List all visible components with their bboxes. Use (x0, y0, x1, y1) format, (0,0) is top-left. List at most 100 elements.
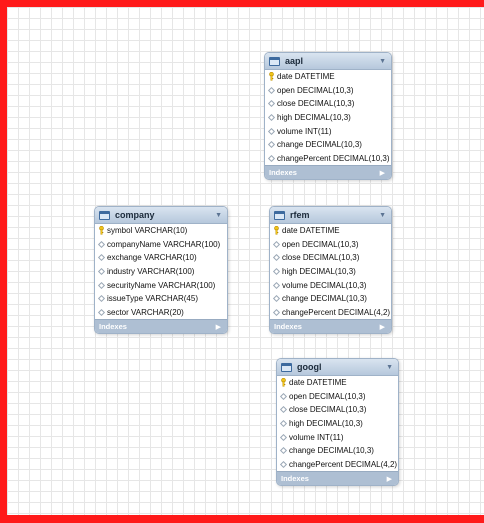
key-icon (273, 226, 279, 235)
column-diamond-icon (279, 433, 288, 441)
column-label: high DECIMAL(10,3) (277, 113, 351, 123)
column-label: changePercent DECIMAL(4,2) (282, 307, 391, 317)
column-diamond-icon (97, 308, 106, 316)
table-column-row[interactable]: issueType VARCHAR(45) (95, 292, 227, 306)
column-label: high DECIMAL(10,3) (282, 267, 356, 277)
column-diamond-icon (279, 460, 288, 468)
diagram-canvas: aapl ▼ date DATETIME open DECIMAL(10,3) clos… (0, 0, 484, 523)
table-column-row[interactable]: exchange VARCHAR(10) (95, 251, 227, 265)
table-googl[interactable]: googl ▼ date DATETIME open DECIMAL(10,3) clo… (276, 358, 399, 487)
column-label: exchange VARCHAR(10) (107, 253, 197, 263)
column-diamond-icon (279, 406, 288, 414)
table-header[interactable]: aapl ▼ (265, 53, 391, 70)
table-column-row[interactable]: open DECIMAL(10,3) (277, 390, 398, 404)
table-column-row[interactable]: close DECIMAL(10,3) (265, 97, 391, 111)
table-company[interactable]: company ▼ symbol VARCHAR(10) companyName VA… (94, 206, 228, 335)
table-column-row[interactable]: change DECIMAL(10,3) (277, 444, 398, 458)
chevron-down-icon[interactable]: ▼ (215, 212, 222, 219)
table-header[interactable]: rfem ▼ (270, 207, 391, 224)
column-diamond-icon (272, 240, 281, 248)
table-column-row[interactable]: open DECIMAL(10,3) (270, 238, 391, 252)
column-diamond-icon (267, 114, 276, 122)
column-label: close DECIMAL(10,3) (289, 405, 367, 415)
column-label: volume DECIMAL(10,3) (282, 280, 367, 290)
column-diamond-icon (279, 420, 288, 428)
chevron-right-icon[interactable]: ▶ (380, 323, 385, 331)
column-label: volume INT(11) (277, 126, 332, 136)
column-label: open DECIMAL(10,3) (282, 239, 359, 249)
column-label: companyName VARCHAR(100) (107, 239, 221, 249)
table-column-row[interactable]: change DECIMAL(10,3) (270, 292, 391, 306)
column-diamond-icon (97, 281, 106, 289)
indexes-section[interactable]: Indexes ▶ (95, 319, 227, 334)
table-column-row[interactable]: changePercent DECIMAL(4,2) (270, 306, 391, 320)
indexes-section[interactable]: Indexes ▶ (277, 471, 398, 486)
column-label: date DATETIME (282, 226, 340, 236)
table-column-row[interactable]: date DATETIME (277, 376, 398, 390)
table-column-row[interactable]: securityName VARCHAR(100) (95, 278, 227, 292)
key-icon (98, 226, 104, 235)
table-header[interactable]: company ▼ (95, 207, 227, 224)
table-column-row[interactable]: volume INT(11) (265, 124, 391, 138)
table-column-row[interactable]: date DATETIME (270, 224, 391, 238)
column-label: change DECIMAL(10,3) (277, 140, 362, 150)
column-label: symbol VARCHAR(10) (107, 226, 188, 236)
table-icon (274, 210, 285, 220)
column-diamond-icon (279, 392, 288, 400)
indexes-section[interactable]: Indexes ▶ (270, 319, 391, 334)
table-column-row[interactable]: date DATETIME (265, 70, 391, 84)
key-icon (280, 378, 286, 387)
column-diamond-icon (97, 268, 106, 276)
table-column-row[interactable]: close DECIMAL(10,3) (270, 251, 391, 265)
table-column-row[interactable]: volume INT(11) (277, 430, 398, 444)
chevron-down-icon[interactable]: ▼ (386, 364, 393, 371)
column-diamond-icon (97, 254, 106, 262)
indexes-label: Indexes (269, 168, 297, 178)
table-column-row[interactable]: changePercent DECIMAL(4,2) (277, 458, 398, 472)
chevron-right-icon[interactable]: ▶ (216, 323, 221, 331)
table-column-row[interactable]: symbol VARCHAR(10) (95, 224, 227, 238)
table-header[interactable]: googl ▼ (277, 359, 398, 376)
table-aapl[interactable]: aapl ▼ date DATETIME open DECIMAL(10,3) clos… (264, 52, 392, 181)
chevron-right-icon[interactable]: ▶ (387, 475, 392, 483)
column-label: securityName VARCHAR(100) (107, 280, 216, 290)
table-column-row[interactable]: companyName VARCHAR(100) (95, 238, 227, 252)
table-column-row[interactable]: high DECIMAL(10,3) (265, 111, 391, 125)
column-diamond-icon (97, 240, 106, 248)
column-diamond-icon (272, 295, 281, 303)
table-column-row[interactable]: sector VARCHAR(20) (95, 306, 227, 320)
table-column-row[interactable]: open DECIMAL(10,3) (265, 84, 391, 98)
table-name: rfem (290, 210, 310, 220)
column-label: high DECIMAL(10,3) (289, 419, 363, 429)
chevron-down-icon[interactable]: ▼ (379, 58, 386, 65)
table-icon (99, 210, 110, 220)
column-diamond-icon (272, 254, 281, 262)
chevron-right-icon[interactable]: ▶ (380, 169, 385, 177)
column-diamond-icon (97, 295, 106, 303)
table-column-row[interactable]: change DECIMAL(10,3) (265, 138, 391, 152)
table-rfem[interactable]: rfem ▼ date DATETIME open DECIMAL(10,3) clos… (269, 206, 392, 335)
table-column-row[interactable]: changePercent DECIMAL(10,3) (265, 152, 391, 166)
chevron-down-icon[interactable]: ▼ (379, 212, 386, 219)
table-column-row[interactable]: high DECIMAL(10,3) (270, 265, 391, 279)
table-column-row[interactable]: volume DECIMAL(10,3) (270, 278, 391, 292)
column-diamond-icon (267, 127, 276, 135)
column-label: date DATETIME (277, 72, 335, 82)
column-label: close DECIMAL(10,3) (277, 99, 355, 109)
table-column-row[interactable]: high DECIMAL(10,3) (277, 417, 398, 431)
column-label: open DECIMAL(10,3) (277, 85, 354, 95)
indexes-label: Indexes (99, 322, 127, 332)
column-diamond-icon (267, 100, 276, 108)
table-column-row[interactable]: industry VARCHAR(100) (95, 265, 227, 279)
column-label: change DECIMAL(10,3) (289, 446, 374, 456)
indexes-section[interactable]: Indexes ▶ (265, 165, 391, 180)
column-diamond-icon (267, 86, 276, 94)
table-name: googl (297, 362, 322, 372)
indexes-label: Indexes (274, 322, 302, 332)
column-diamond-icon (272, 281, 281, 289)
column-label: changePercent DECIMAL(4,2) (289, 459, 398, 469)
column-label: sector VARCHAR(20) (107, 307, 184, 317)
column-label: changePercent DECIMAL(10,3) (277, 153, 390, 163)
column-label: open DECIMAL(10,3) (289, 391, 366, 401)
table-column-row[interactable]: close DECIMAL(10,3) (277, 403, 398, 417)
